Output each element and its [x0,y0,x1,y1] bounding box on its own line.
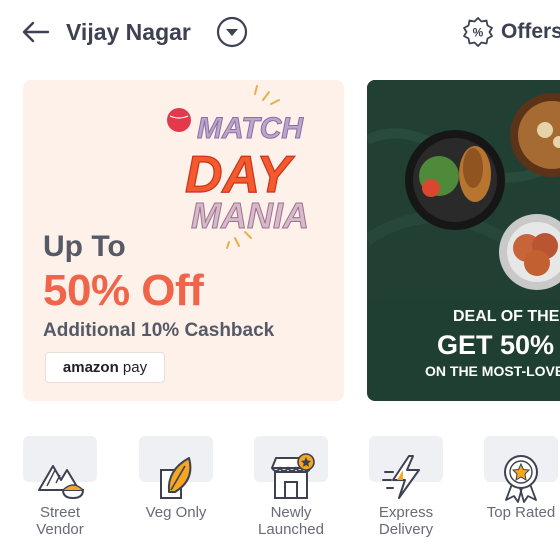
promo-banner-match-day[interactable]: MATCH DAY MANIA Up To 50% Off Additional… [23,80,344,401]
category-tile [484,436,558,503]
category-top-rated[interactable]: Top Rated [476,436,560,521]
category-tile [254,436,328,499]
svg-text:MATCH: MATCH [197,112,304,145]
category-label: Express Delivery [378,504,434,538]
street-vendor-icon [38,465,85,500]
veg-leaf-icon [160,457,192,499]
promo-banner-deal[interactable]: DEAL OF THE GET 50% ON THE MOST-LOVE [367,80,560,401]
offer-badge-icon: % [463,17,493,47]
category-newly-launched[interactable]: Newly Launched [246,436,336,538]
pay-brand: amazon [62,359,119,376]
match-day-mania-logo: MATCH DAY MANIA [167,85,309,249]
category-label: Street Vendor [36,504,84,538]
offers-label: Offers [501,20,560,43]
deal-discount: GET 50% [437,330,555,360]
promo-line-up-to: Up To [43,230,126,263]
category-express-delivery[interactable]: Express Delivery [361,436,451,538]
svg-text:%: % [473,26,484,40]
offers-button[interactable]: % Offers [462,15,560,49]
svg-text:MANIA: MANIA [191,195,309,236]
category-tile [23,436,97,500]
location-title[interactable]: Vijay Nagar [66,16,191,48]
pay-suffix: pay [122,359,148,376]
category-tile [139,436,213,499]
deal-subtitle: ON THE MOST-LOVE [425,363,560,379]
category-veg-only[interactable]: Veg Only [131,436,221,521]
lightning-icon [382,455,420,499]
category-label: Veg Only [145,504,207,521]
deal-title: DEAL OF THE [453,308,560,325]
promo-cashback: Additional 10% Cashback [43,320,275,341]
star-badge-icon [504,455,538,503]
category-label: Top Rated [486,504,556,521]
category-tile [369,436,443,499]
location-dropdown-button[interactable] [216,16,248,48]
back-arrow-icon [22,21,50,43]
category-street-vendor[interactable]: Street Vendor [15,436,105,538]
header: Vijay Nagar % Offers [0,0,560,64]
new-store-icon [271,453,315,499]
category-label: Newly Launched [258,504,324,538]
chevron-down-icon [216,16,248,48]
promo-discount: 50% Off [43,266,204,315]
back-button[interactable] [20,16,52,48]
amazon-pay-badge: amazon pay [45,352,165,383]
food-bowls-illustration [367,80,560,301]
